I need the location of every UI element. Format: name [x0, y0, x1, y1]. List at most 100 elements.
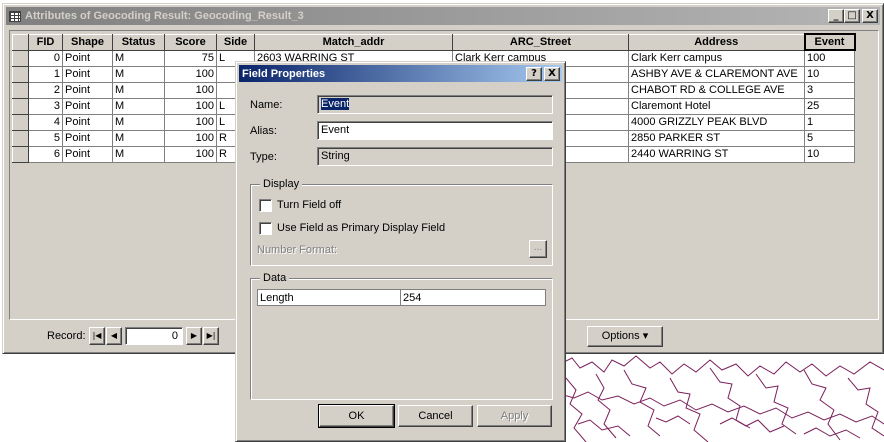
name-label: Name:: [250, 99, 283, 111]
table-header-row: FID Shape Status Score Side Match_addr A…: [12, 33, 856, 51]
cell-shape[interactable]: Point: [62, 65, 113, 83]
ok-button[interactable]: OK: [318, 404, 395, 428]
number-format-label: Number Format:: [257, 244, 338, 256]
cell-status[interactable]: M: [112, 97, 165, 115]
cell-shape[interactable]: Point: [62, 97, 113, 115]
row-selector[interactable]: [12, 81, 29, 99]
cell-score[interactable]: 100: [164, 97, 217, 115]
column-header-score[interactable]: Score: [164, 33, 217, 51]
dialog-titlebar[interactable]: Field Properties ? X: [239, 65, 562, 82]
primary-display-checkbox[interactable]: [259, 222, 272, 235]
cell-address[interactable]: Claremont Hotel: [628, 97, 805, 115]
cell-shape[interactable]: Point: [62, 129, 113, 147]
cell-score[interactable]: 100: [164, 81, 217, 99]
cell-fid[interactable]: 6: [28, 145, 63, 163]
column-header-side[interactable]: Side: [216, 33, 255, 51]
cell-address[interactable]: CHABOT RD & COLLEGE AVE: [628, 81, 805, 99]
cell-fid[interactable]: 3: [28, 97, 63, 115]
cell-status[interactable]: M: [112, 129, 165, 147]
column-header-status[interactable]: Status: [112, 33, 165, 51]
cell-address[interactable]: Clark Kerr campus: [628, 49, 805, 67]
alias-label: Alias:: [250, 125, 277, 137]
apply-button[interactable]: Apply: [477, 405, 552, 427]
close-button[interactable]: X: [862, 9, 878, 23]
column-header-event[interactable]: Event: [803, 33, 856, 51]
attributes-titlebar[interactable]: Attributes of Geocoding Result: Geocodin…: [6, 7, 880, 25]
table-icon: [9, 10, 21, 22]
cell-shape[interactable]: Point: [62, 49, 113, 67]
cell-status[interactable]: M: [112, 49, 165, 67]
cell-event[interactable]: 25: [804, 97, 855, 115]
field-properties-dialog: Field Properties ? X Name: Event Alias: …: [235, 61, 566, 442]
cell-score[interactable]: 100: [164, 145, 217, 163]
data-group-label: Data: [260, 272, 290, 284]
options-button[interactable]: Options ▾: [587, 326, 663, 347]
cell-score[interactable]: 100: [164, 65, 217, 83]
column-header-arc-street[interactable]: ARC_Street: [452, 33, 629, 51]
row-selector[interactable]: [12, 145, 29, 163]
cell-fid[interactable]: 4: [28, 113, 63, 131]
primary-display-label[interactable]: Use Field as Primary Display Field: [277, 222, 445, 234]
record-number-input[interactable]: 0: [125, 327, 183, 345]
cell-score[interactable]: 100: [164, 129, 217, 147]
turn-field-off-label[interactable]: Turn Field off: [277, 199, 341, 211]
data-properties-table[interactable]: Length 254: [257, 289, 546, 306]
column-header-match-addr[interactable]: Match_addr: [254, 33, 453, 51]
cell-event[interactable]: 1: [804, 113, 855, 131]
data-value-cell[interactable]: 254: [400, 289, 546, 306]
cell-address[interactable]: 4000 GRIZZLY PEAK BLVD: [628, 113, 805, 131]
cell-fid[interactable]: 2: [28, 81, 63, 99]
dialog-title: Field Properties: [242, 67, 326, 80]
name-field: Event: [317, 95, 553, 114]
cell-status[interactable]: M: [112, 65, 165, 83]
cell-event[interactable]: 10: [804, 65, 855, 83]
cell-shape[interactable]: Point: [62, 145, 113, 163]
minimize-button[interactable]: _: [828, 9, 844, 23]
maximize-button[interactable]: □: [844, 9, 860, 23]
row-selector-header[interactable]: [12, 33, 29, 51]
cell-address[interactable]: 2850 PARKER ST: [628, 129, 805, 147]
type-label: Type:: [250, 151, 277, 163]
turn-field-off-checkbox[interactable]: [259, 199, 272, 212]
alias-input[interactable]: Event: [317, 121, 553, 140]
data-row[interactable]: Length 254: [257, 289, 546, 306]
previous-record-button[interactable]: ◀: [106, 327, 122, 345]
cell-event[interactable]: 10: [804, 145, 855, 163]
display-group-label: Display: [260, 178, 303, 190]
cell-address[interactable]: ASHBY AVE & CLAREMONT AVE: [628, 65, 805, 83]
column-header-shape[interactable]: Shape: [62, 33, 113, 51]
cell-fid[interactable]: 0: [28, 49, 63, 67]
row-selector[interactable]: [12, 97, 29, 115]
cell-score[interactable]: 100: [164, 113, 217, 131]
cell-fid[interactable]: 5: [28, 129, 63, 147]
cell-shape[interactable]: Point: [62, 113, 113, 131]
row-selector[interactable]: [12, 129, 29, 147]
row-selector[interactable]: [12, 113, 29, 131]
row-selector[interactable]: [12, 65, 29, 83]
cell-status[interactable]: M: [112, 81, 165, 99]
cell-address[interactable]: 2440 WARRING ST: [628, 145, 805, 163]
first-record-button[interactable]: |◀: [89, 327, 105, 345]
next-record-button[interactable]: ▶: [186, 327, 202, 345]
cell-status[interactable]: M: [112, 145, 165, 163]
row-selector[interactable]: [12, 49, 29, 67]
dialog-close-button[interactable]: X: [544, 67, 560, 81]
cell-status[interactable]: M: [112, 113, 165, 131]
cell-event[interactable]: 5: [804, 129, 855, 147]
window-title: Attributes of Geocoding Result: Geocodin…: [25, 10, 304, 22]
cell-score[interactable]: 75: [164, 49, 217, 67]
number-format-button[interactable]: ...: [529, 240, 547, 258]
type-field: String: [317, 147, 553, 166]
last-record-button[interactable]: ▶|: [203, 327, 219, 345]
cancel-button[interactable]: Cancel: [398, 405, 473, 427]
cell-event[interactable]: 100: [804, 49, 855, 67]
cell-fid[interactable]: 1: [28, 65, 63, 83]
name-value: Event: [321, 98, 350, 110]
cell-event[interactable]: 3: [804, 81, 855, 99]
cell-shape[interactable]: Point: [62, 81, 113, 99]
help-button[interactable]: ?: [526, 67, 542, 81]
column-header-address[interactable]: Address: [628, 33, 805, 51]
column-header-fid[interactable]: FID: [28, 33, 63, 51]
map-street-network: [560, 355, 884, 442]
record-label: Record:: [47, 330, 86, 342]
